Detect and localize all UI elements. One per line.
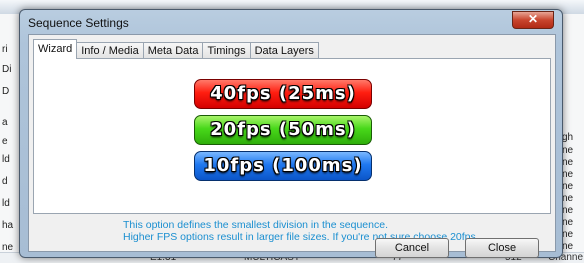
bg-right-text: ne <box>562 217 574 228</box>
dialog-title: Sequence Settings <box>28 16 129 30</box>
bg-left-text: ha <box>2 220 14 231</box>
bg-left-text: a <box>2 117 8 128</box>
close-icon: ✕ <box>527 12 539 26</box>
bg-right-text: ne <box>562 181 574 192</box>
wizard-panel: 40fps (25ms) 20fps (50ms) 10fps (100ms) <box>33 58 551 214</box>
bg-right-text: ne <box>562 241 574 252</box>
bg-left-text: d <box>2 176 8 187</box>
fps-10-button[interactable]: 10fps (100ms) <box>194 151 372 181</box>
bg-left-text: ri <box>2 44 8 55</box>
bg-right-text: ne <box>562 169 574 180</box>
bg-left-text: ld <box>2 198 10 209</box>
cancel-button[interactable]: Cancel <box>375 238 449 258</box>
bg-left-text: Di <box>2 64 12 75</box>
bg-right-text: ne <box>562 157 574 168</box>
bg-right-text: gh <box>562 132 574 143</box>
bg-right-text: ne <box>562 193 574 204</box>
sequence-settings-dialog: Sequence Settings ✕ Wizard Info / Media … <box>19 9 563 258</box>
bg-left-text: ld <box>2 154 10 165</box>
bg-left-text: e <box>2 136 8 147</box>
tab-wizard[interactable]: Wizard <box>33 39 78 59</box>
fps-40-button[interactable]: 40fps (25ms) <box>194 79 372 109</box>
window-close-button[interactable]: ✕ <box>512 11 554 29</box>
close-button[interactable]: Close <box>465 238 539 258</box>
dialog-client-area: Wizard Info / Media Meta Data Timings Da… <box>28 34 556 252</box>
tab-strip: Wizard Info / Media Meta Data Timings Da… <box>33 39 319 59</box>
bg-right-text: ne <box>562 205 574 216</box>
tab-timings[interactable]: Timings <box>202 42 251 59</box>
hint-line-1: This option defines the smallest divisio… <box>123 219 388 231</box>
fps-20-button[interactable]: 20fps (50ms) <box>194 115 372 145</box>
tab-info-media[interactable]: Info / Media <box>76 42 144 59</box>
tab-meta-data[interactable]: Meta Data <box>142 42 204 59</box>
bg-right-text: ne <box>562 145 574 156</box>
tab-data-layers[interactable]: Data Layers <box>249 42 319 59</box>
bg-left-text: D <box>2 86 10 97</box>
bg-right-text: ne <box>562 229 574 240</box>
